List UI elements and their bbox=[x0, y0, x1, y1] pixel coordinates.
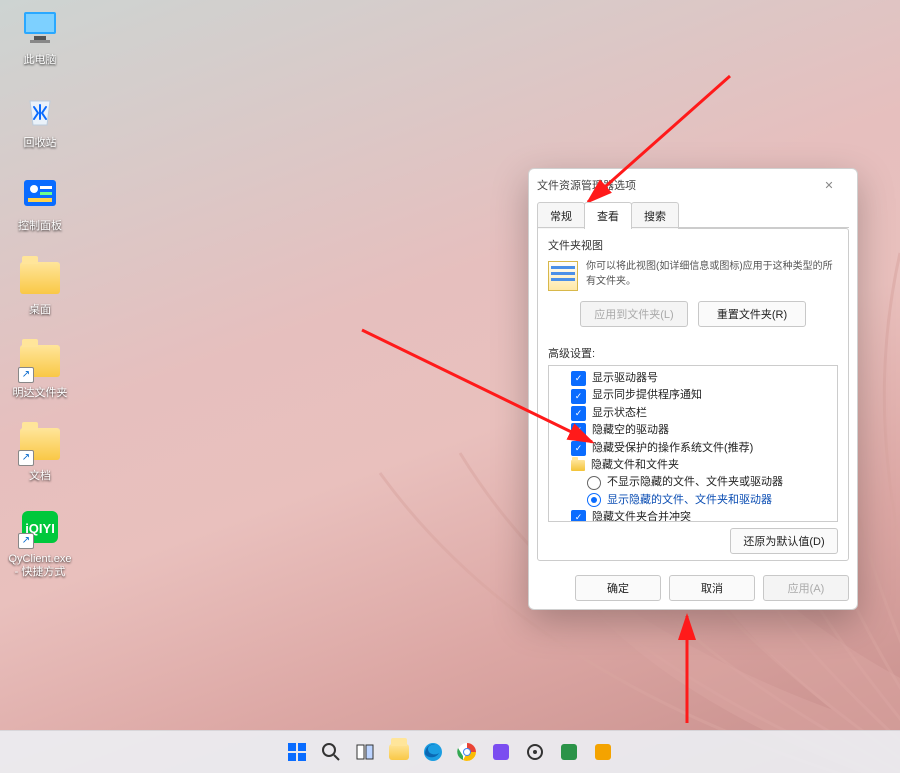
advanced-item[interactable]: 显示状态栏 bbox=[551, 405, 835, 422]
dialog-button-row: 确定 取消 应用(A) bbox=[529, 569, 857, 609]
apply-button[interactable]: 应用(A) bbox=[763, 575, 849, 601]
desktop-icon-label: 回收站 bbox=[24, 137, 57, 150]
desktop-icon-label: 控制面板 bbox=[18, 220, 62, 233]
folder-options-dialog: 文件资源管理器选项 ✕ 常规 查看 搜索 文件夹视图 你可以将此视图(如详细信息… bbox=[528, 168, 858, 610]
folder-views-group: 文件夹视图 你可以将此视图(如详细信息或图标)应用于这种类型的所有文件夹。 应用… bbox=[538, 229, 848, 335]
taskbar-explorer-icon[interactable] bbox=[386, 739, 412, 765]
folder-icon bbox=[20, 424, 60, 464]
checkbox[interactable] bbox=[571, 423, 586, 438]
desktop-icon-iqiyi[interactable]: iQIYI QyClient.exe - 快捷方式 bbox=[8, 507, 72, 579]
cancel-button[interactable]: 取消 bbox=[669, 575, 755, 601]
desktop-icon-label: 明达文件夹 bbox=[13, 387, 68, 400]
folder-icon bbox=[571, 460, 585, 471]
taskbar-app-icon-3[interactable] bbox=[590, 739, 616, 765]
advanced-item[interactable]: 隐藏空的驱动器 bbox=[551, 422, 835, 439]
dialog-body: 文件夹视图 你可以将此视图(如详细信息或图标)应用于这种类型的所有文件夹。 应用… bbox=[537, 228, 849, 561]
advanced-item[interactable]: 隐藏文件夹合并冲突 bbox=[551, 509, 835, 522]
taskbar[interactable] bbox=[0, 730, 900, 773]
checkbox[interactable] bbox=[571, 389, 586, 404]
restore-defaults-button[interactable]: 还原为默认值(D) bbox=[730, 528, 838, 554]
reset-folders-button[interactable]: 重置文件夹(R) bbox=[698, 301, 806, 327]
advanced-item-label[interactable]: 显示隐藏的文件、文件夹和驱动器 bbox=[607, 493, 772, 508]
desktop-icon-folder-desktop[interactable]: 桌面 bbox=[8, 258, 72, 317]
folder-thumb-icon bbox=[548, 261, 578, 291]
tab-view[interactable]: 查看 bbox=[584, 202, 632, 229]
advanced-settings-list[interactable]: 显示驱动器号显示同步提供程序通知显示状态栏隐藏空的驱动器隐藏受保护的操作系统文件… bbox=[548, 365, 838, 522]
dialog-titlebar[interactable]: 文件资源管理器选项 ✕ bbox=[529, 169, 857, 201]
taskbar-chrome-icon[interactable] bbox=[454, 739, 480, 765]
advanced-item[interactable]: 显示同步提供程序通知 bbox=[551, 387, 835, 404]
annotation-arrow-ok bbox=[672, 608, 702, 728]
search-button[interactable] bbox=[318, 739, 344, 765]
advanced-item[interactable]: 不显示隐藏的文件、文件夹或驱动器 bbox=[551, 474, 835, 491]
control-panel-icon bbox=[20, 174, 60, 214]
advanced-item[interactable]: 隐藏受保护的操作系统文件(推荐) bbox=[551, 440, 835, 457]
ok-button[interactable]: 确定 bbox=[575, 575, 661, 601]
folder-icon bbox=[20, 341, 60, 381]
taskbar-edge-icon[interactable] bbox=[420, 739, 446, 765]
advanced-item[interactable]: 显示驱动器号 bbox=[551, 370, 835, 387]
checkbox[interactable] bbox=[571, 371, 586, 386]
checkbox[interactable] bbox=[571, 406, 586, 421]
radio[interactable] bbox=[587, 493, 601, 507]
close-icon: ✕ bbox=[824, 179, 833, 192]
apply-to-folders-button[interactable]: 应用到文件夹(L) bbox=[580, 301, 688, 327]
checkbox[interactable] bbox=[571, 441, 586, 456]
dialog-title: 文件资源管理器选项 bbox=[537, 177, 809, 193]
desktop-icons: 此电脑 回收站 控制面板 桌面 明达文件夹 文档 iQI bbox=[8, 8, 72, 580]
monitor-icon bbox=[20, 8, 60, 48]
taskbar-app-icon-1[interactable] bbox=[488, 739, 514, 765]
start-button[interactable] bbox=[284, 739, 310, 765]
desktop-icon-folder-documents[interactable]: 文档 bbox=[8, 424, 72, 483]
folder-icon bbox=[20, 258, 60, 298]
desktop-icon-label: 此电脑 bbox=[24, 54, 57, 67]
advanced-item-label[interactable]: 显示驱动器号 bbox=[592, 371, 658, 386]
advanced-item-label[interactable]: 不显示隐藏的文件、文件夹或驱动器 bbox=[607, 475, 783, 490]
taskbar-app-icon-2[interactable] bbox=[556, 739, 582, 765]
desktop-icon-this-pc[interactable]: 此电脑 bbox=[8, 8, 72, 67]
advanced-item-label[interactable]: 隐藏文件夹合并冲突 bbox=[592, 510, 691, 522]
recycle-bin-icon bbox=[20, 91, 60, 131]
advanced-item-label[interactable]: 显示同步提供程序通知 bbox=[592, 388, 702, 403]
folder-views-help: 你可以将此视图(如详细信息或图标)应用于这种类型的所有文件夹。 bbox=[586, 259, 838, 289]
advanced-item-label[interactable]: 显示状态栏 bbox=[592, 406, 647, 421]
taskbar-settings-icon[interactable] bbox=[522, 739, 548, 765]
desktop-icon-label: 文档 bbox=[29, 470, 51, 483]
tab-general[interactable]: 常规 bbox=[537, 202, 585, 229]
close-button[interactable]: ✕ bbox=[809, 175, 849, 195]
radio[interactable] bbox=[587, 476, 601, 490]
checkbox[interactable] bbox=[571, 510, 586, 522]
advanced-item-label[interactable]: 隐藏受保护的操作系统文件(推荐) bbox=[592, 441, 753, 456]
desktop-icon-control-panel[interactable]: 控制面板 bbox=[8, 174, 72, 233]
desktop-icon-folder-mingda[interactable]: 明达文件夹 bbox=[8, 341, 72, 400]
svg-text:iQIYI: iQIYI bbox=[25, 521, 55, 536]
iqiyi-icon: iQIYI bbox=[20, 507, 60, 547]
task-view-button[interactable] bbox=[352, 739, 378, 765]
advanced-item-label[interactable]: 隐藏空的驱动器 bbox=[592, 423, 669, 438]
advanced-item-label[interactable]: 隐藏文件和文件夹 bbox=[591, 458, 679, 473]
desktop-icon-recycle-bin[interactable]: 回收站 bbox=[8, 91, 72, 150]
dialog-tabs: 常规 查看 搜索 bbox=[529, 201, 857, 228]
tab-search[interactable]: 搜索 bbox=[631, 202, 679, 229]
desktop-icon-label: 桌面 bbox=[29, 304, 51, 317]
folder-views-label: 文件夹视图 bbox=[548, 237, 838, 253]
advanced-item[interactable]: 显示隐藏的文件、文件夹和驱动器 bbox=[551, 492, 835, 509]
advanced-label: 高级设置: bbox=[538, 345, 848, 365]
desktop-icon-label: QyClient.exe - 快捷方式 bbox=[8, 553, 72, 579]
advanced-item[interactable]: 隐藏文件和文件夹 bbox=[551, 457, 835, 474]
